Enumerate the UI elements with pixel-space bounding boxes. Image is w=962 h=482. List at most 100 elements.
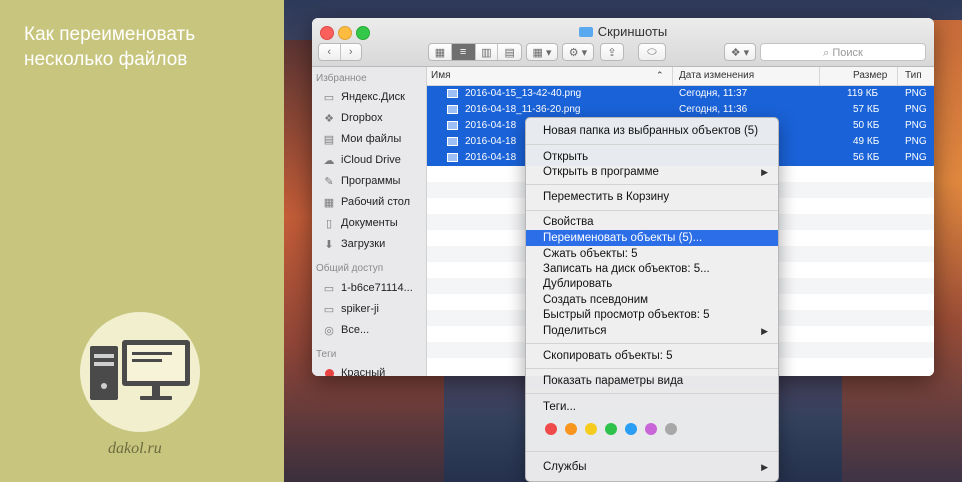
back-forward-buttons: ‹ › [318, 43, 362, 61]
file-date: Сегодня, 11:37 [679, 88, 748, 99]
tag-icon: ⬭ [647, 45, 657, 58]
column-divider [819, 67, 820, 85]
tag-color-blue[interactable] [625, 423, 637, 435]
banner-title: Как переименовать несколько файлов [24, 24, 196, 70]
file-kind: PNG [905, 136, 927, 147]
submenu-arrow-icon: ▶ [761, 326, 768, 336]
table-row[interactable]: 2016-04-15_13-42-40.png Сегодня, 11:37 1… [427, 86, 934, 102]
menu-item-label: Открыть в программе [543, 166, 659, 178]
view-mode-buttons: ▦ ≡ ▥ ▤ [428, 43, 522, 61]
computer-icon: ▭ [323, 282, 335, 295]
tag-color-gray[interactable] [665, 423, 677, 435]
column-view-button[interactable]: ▥ [476, 44, 499, 60]
tag-color-purple[interactable] [645, 423, 657, 435]
menu-item-tags[interactable]: Теги... [526, 399, 778, 415]
search-icon: ⌕ [823, 47, 833, 59]
sidebar-item-my-files[interactable]: ▤ Мои файлы [322, 130, 401, 148]
back-button[interactable]: ‹ [319, 44, 341, 60]
file-name: 2016-04-18_11-36-20.png [465, 104, 581, 115]
column-view-icon: ▥ [481, 46, 492, 59]
table-row[interactable]: 2016-04-18_11-36-20.png Сегодня, 11:36 5… [427, 102, 934, 118]
window-title: Скриншоты [312, 24, 934, 39]
sidebar-item-label: Яндекс.Диск [341, 91, 405, 103]
file-size: 50 КБ [853, 120, 880, 131]
sidebar-item-documents[interactable]: ▯ Документы [322, 214, 398, 232]
menu-item-open-with[interactable]: Открыть в программе ▶ [526, 164, 778, 180]
column-kind-header[interactable]: Тип [905, 70, 922, 81]
action-button[interactable]: ⚙ ▾ [562, 43, 594, 61]
menu-item-label: Службы [543, 461, 587, 473]
menu-separator [526, 144, 778, 145]
sidebar-item-dropbox[interactable]: ❖ Dropbox [322, 109, 383, 127]
menu-item-new-folder-with-selection[interactable]: Новая папка из выбранных объектов (5) [526, 123, 778, 139]
sidebar-item-yandex-disk[interactable]: ▭ Яндекс.Диск [322, 88, 405, 106]
file-kind: PNG [905, 88, 927, 99]
sidebar-item-shared-computer-1[interactable]: ▭ 1-b6ce71114... [322, 279, 413, 297]
sidebar-item-shared-all[interactable]: ◎ Все... [322, 321, 369, 339]
menu-item-get-info[interactable]: Свойства [526, 214, 778, 230]
cover-flow-button[interactable]: ▤ [498, 44, 521, 60]
download-icon: ⬇ [324, 238, 334, 251]
column-divider [672, 67, 673, 85]
tag-color-red[interactable] [545, 423, 557, 435]
menu-item-open[interactable]: Открыть [526, 149, 778, 165]
network-icon: ◎ [324, 324, 334, 337]
file-name: 2016-04-18 [465, 152, 517, 163]
sidebar-item-desktop[interactable]: ▦ Рабочий стол [322, 193, 410, 211]
dropbox-button[interactable]: ❖ ▾ [724, 43, 756, 61]
submenu-arrow-icon: ▶ [761, 462, 768, 472]
menu-item-show-view-options[interactable]: Показать параметры вида [526, 373, 778, 389]
menu-item-duplicate[interactable]: Дублировать [526, 276, 778, 292]
window-title-text: Скриншоты [597, 24, 668, 39]
files-icon: ▤ [323, 133, 335, 146]
folder-icon [578, 27, 593, 37]
forward-button[interactable]: › [341, 44, 362, 60]
submenu-arrow-icon: ▶ [761, 167, 768, 177]
sidebar-item-label: iCloud Drive [341, 154, 401, 166]
context-menu: Новая папка из выбранных объектов (5) От… [525, 117, 779, 482]
share-button[interactable]: ⇪ [600, 43, 624, 61]
sidebar-item-applications[interactable]: ✎ Программы [322, 172, 400, 190]
column-date-header[interactable]: Дата изменения [679, 70, 754, 81]
tag-color-orange[interactable] [565, 423, 577, 435]
menu-item-services[interactable]: Службы ▶ [526, 459, 778, 475]
menu-separator [526, 451, 778, 452]
file-size: 56 КБ [853, 152, 880, 163]
png-file-icon [447, 137, 458, 146]
folder-icon: ▭ [323, 91, 335, 104]
menu-item-copy[interactable]: Скопировать объекты: 5 [526, 348, 778, 364]
search-input[interactable]: ⌕ Поиск [760, 43, 926, 61]
png-file-icon [447, 89, 458, 98]
site-name: dakol.ru [108, 440, 162, 457]
tag-button[interactable]: ⬭ [638, 43, 666, 61]
menu-item-compress[interactable]: Сжать объекты: 5 [526, 246, 778, 262]
tag-color-yellow[interactable] [585, 423, 597, 435]
tag-color-green[interactable] [605, 423, 617, 435]
dropbox-icon: ❖ ▾ [730, 46, 750, 59]
menu-item-share[interactable]: Поделиться ▶ [526, 323, 778, 339]
menu-item-move-to-trash[interactable]: Переместить в Корзину [526, 189, 778, 205]
sidebar-item-downloads[interactable]: ⬇ Загрузки [322, 235, 385, 253]
sidebar: Избранное ▭ Яндекс.Диск ❖ Dropbox ▤ Мои фай… [312, 67, 427, 376]
menu-item-quick-look[interactable]: Быстрый просмотр объектов: 5 [526, 307, 778, 323]
arrange-button[interactable]: ▦ ▾ [526, 43, 558, 61]
list-view-button[interactable]: ≡ [451, 44, 476, 60]
sidebar-item-label: Мои файлы [341, 133, 402, 145]
sidebar-item-tag-red[interactable]: Красный [322, 364, 385, 376]
share-icon: ⇪ [607, 46, 617, 59]
sidebar-header-favorites: Избранное [316, 73, 367, 84]
column-size-header[interactable]: Размер [853, 70, 887, 81]
menu-item-burn-to-disc[interactable]: Записать на диск объектов: 5... [526, 261, 778, 277]
sidebar-item-shared-computer-2[interactable]: ▭ spiker-ji [322, 300, 379, 318]
document-icon: ▯ [325, 217, 333, 230]
sidebar-item-label: 1-b6ce71114... [341, 282, 413, 294]
sidebar-item-label: Загрузки [341, 238, 386, 250]
column-name-header[interactable]: Имя [431, 70, 450, 81]
title-bar: Скриншоты ‹ › ▦ ≡ ▥ ▤ ▦ ▾ ⚙ ▾ ⇪ ⬭ ❖ ▾ ⌕ … [312, 18, 934, 67]
cover-flow-icon: ▤ [504, 46, 515, 59]
sidebar-item-icloud-drive[interactable]: ☁ iCloud Drive [322, 151, 401, 169]
menu-item-rename[interactable]: Переименовать объекты (5)... [526, 230, 778, 246]
menu-item-make-alias[interactable]: Создать псевдоним [526, 292, 778, 308]
sidebar-item-label: Красный [341, 367, 386, 376]
icon-view-button[interactable]: ▦ [429, 44, 452, 60]
